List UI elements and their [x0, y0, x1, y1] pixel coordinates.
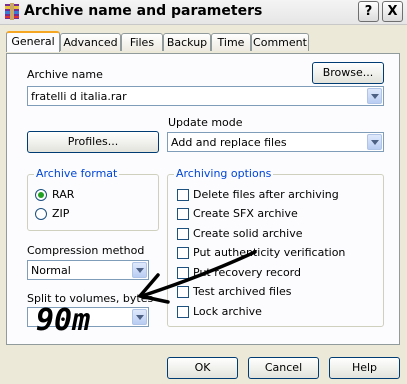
tab-general[interactable]: General	[6, 31, 60, 52]
handwritten-annotation: 90m	[36, 250, 257, 338]
handwritten-split-value: 90m	[36, 303, 90, 338]
arrow-annotation	[138, 250, 257, 304]
